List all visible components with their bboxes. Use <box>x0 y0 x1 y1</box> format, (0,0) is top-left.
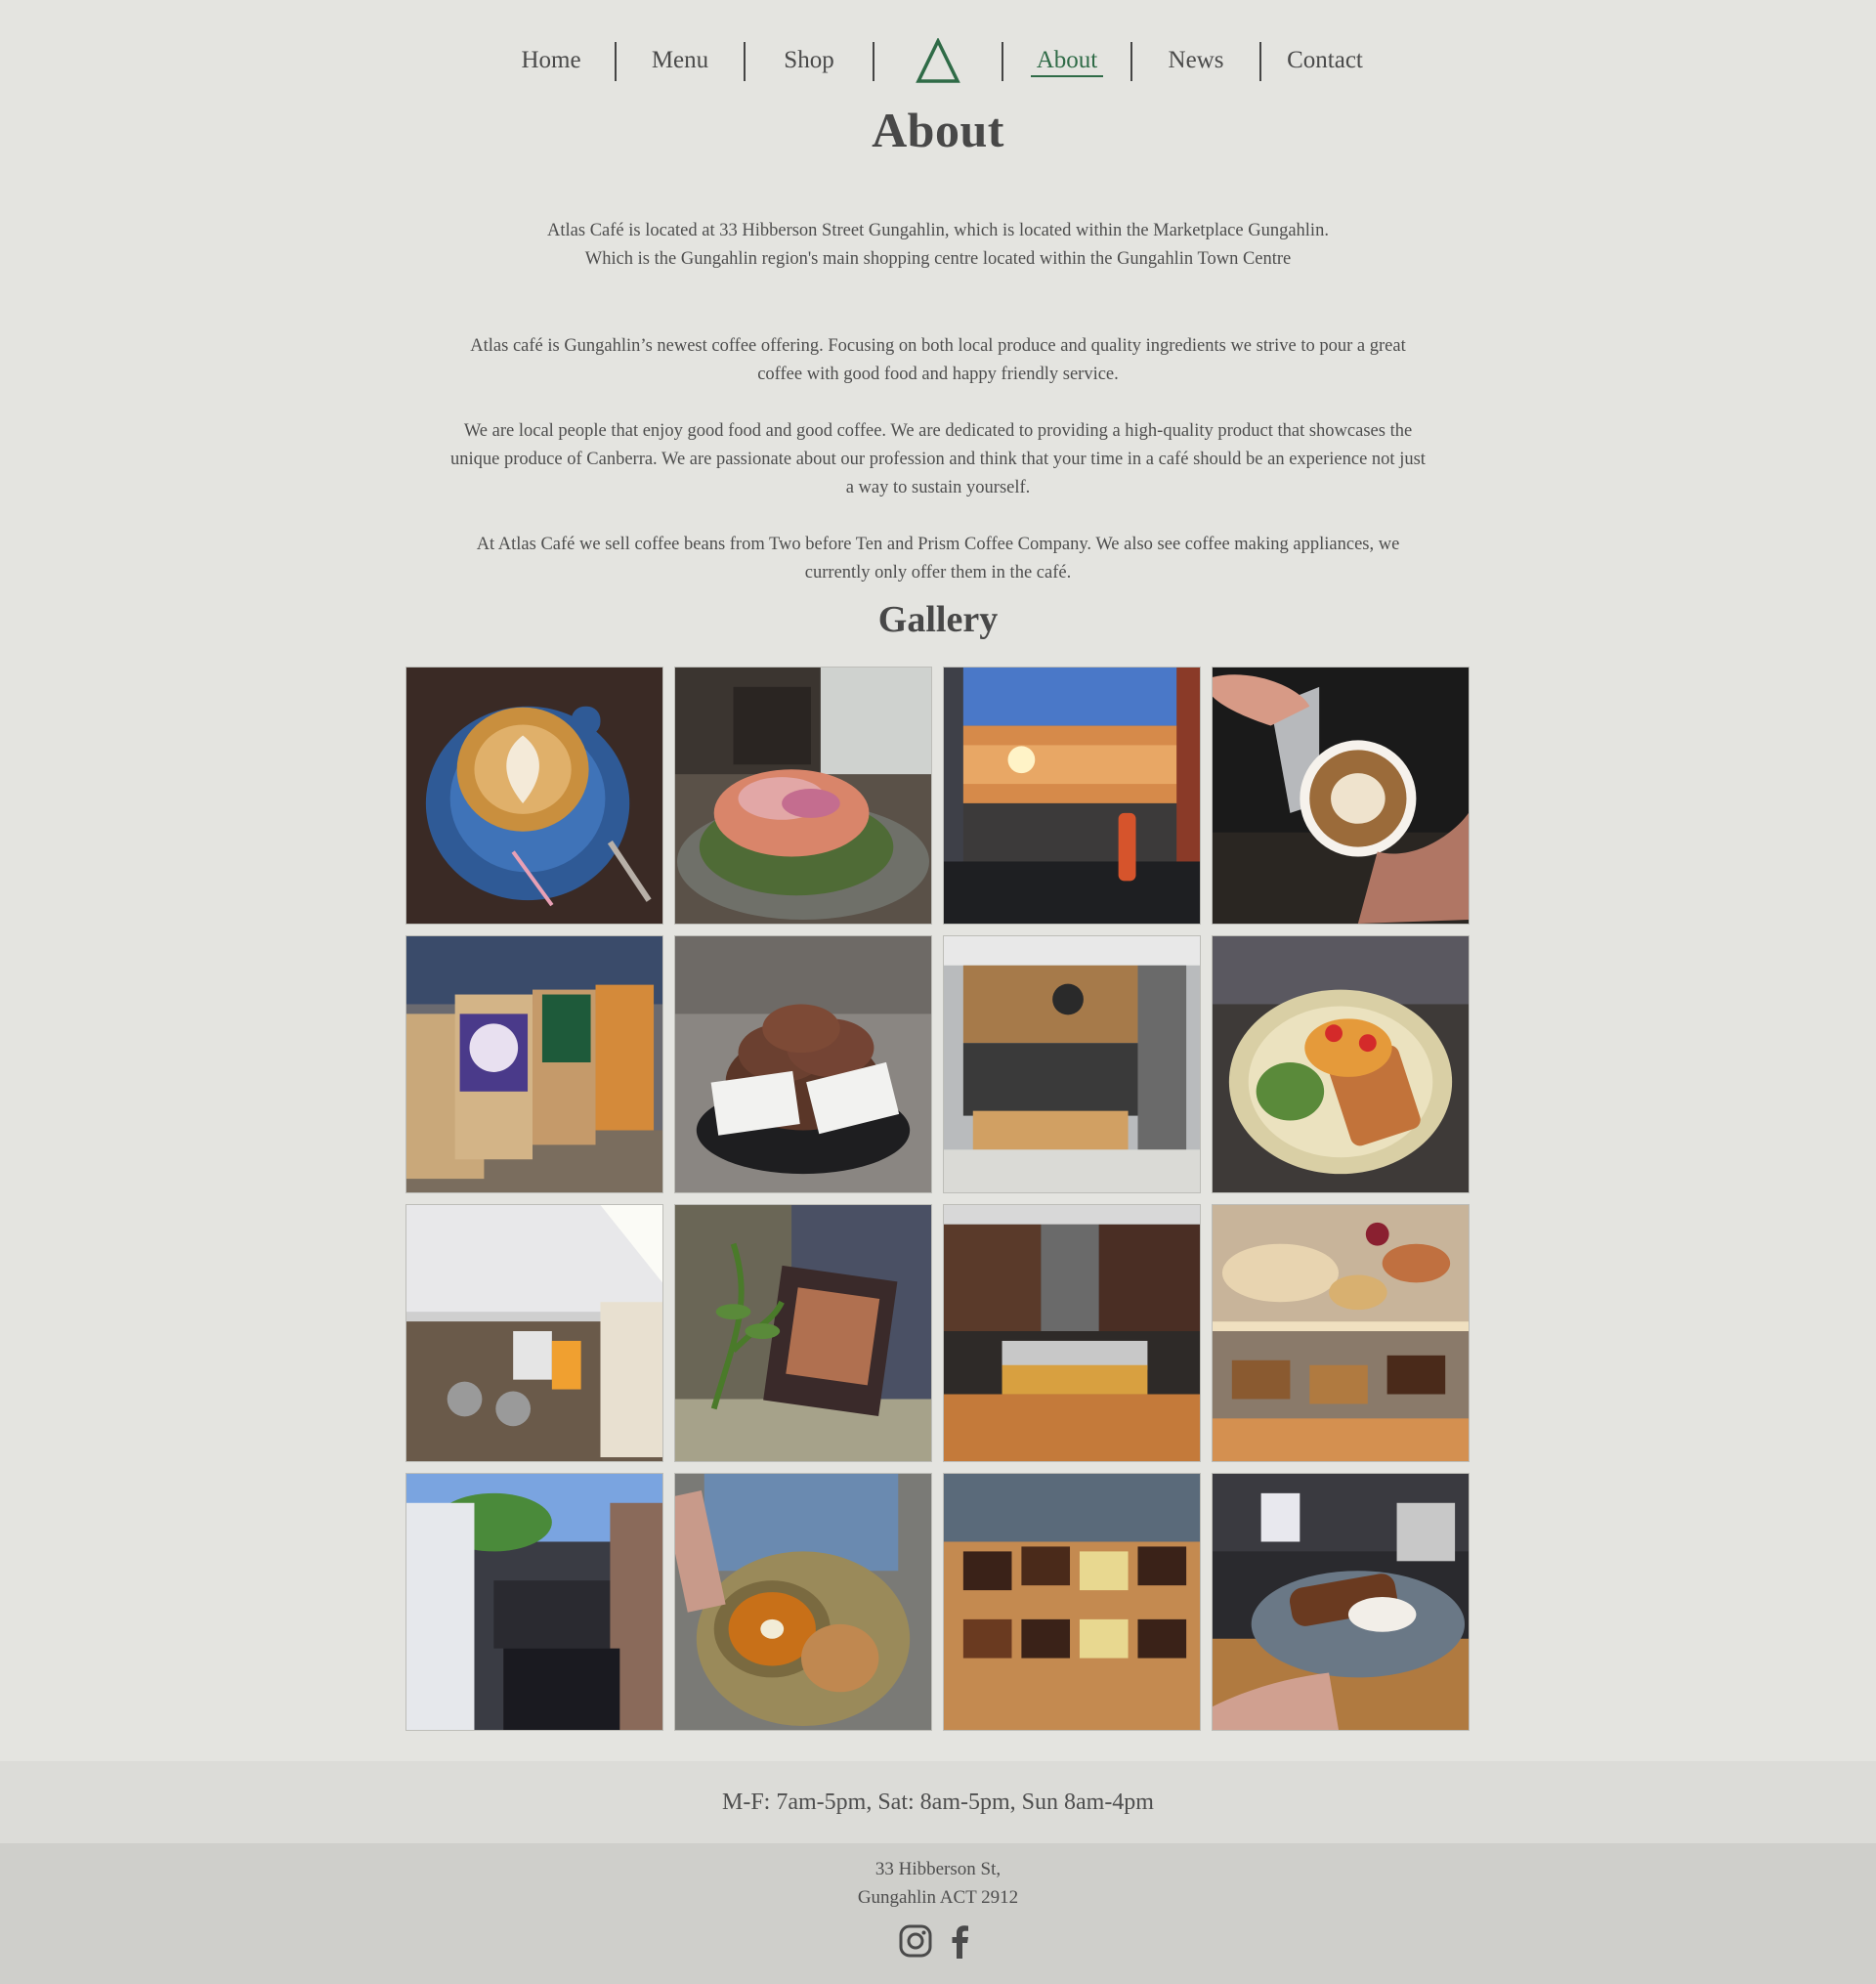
opening-hours-text: M-F: 7am-5pm, Sat: 8am-5pm, Sun 8am-4pm <box>722 1789 1154 1815</box>
instagram-icon[interactable] <box>898 1923 933 1959</box>
nav-shop[interactable]: Shop <box>746 37 873 86</box>
gallery-title: Gallery <box>877 599 999 640</box>
gallery-image-salmon-bagel[interactable] <box>674 667 932 925</box>
photo-gallery <box>405 667 1471 1731</box>
about-coffee-beans-text: At Atlas Café we sell coffee beans from … <box>476 535 1400 582</box>
footer: 33 Hibberson St, Gungahlin ACT 2912 <box>0 1843 1876 1984</box>
gallery-image-barista-at-machine[interactable] <box>405 1473 663 1731</box>
nav-news[interactable]: News <box>1132 37 1259 86</box>
facebook-icon[interactable] <box>943 1923 978 1959</box>
gallery-image-coffee-bag-plant[interactable] <box>674 1204 932 1462</box>
gallery-image-cafe-exterior-sunset[interactable] <box>943 667 1201 925</box>
about-values-text: We are local people that enjoy good food… <box>450 421 1426 497</box>
nav-about[interactable]: About <box>1003 37 1130 86</box>
gallery-image-brownie-slices[interactable] <box>943 1473 1201 1731</box>
gallery-image-milk-pour[interactable] <box>1212 667 1470 925</box>
atlas-logo-icon[interactable] <box>874 37 1002 86</box>
opening-hours-bar: M-F: 7am-5pm, Sat: 8am-5pm, Sun 8am-4pm <box>0 1761 1876 1843</box>
nav-home[interactable]: Home <box>488 37 615 86</box>
gallery-image-latte-art[interactable] <box>405 667 663 925</box>
footer-address: 33 Hibberson St, Gungahlin ACT 2912 <box>0 1843 1876 1912</box>
about-location-text: Atlas Café is located at 33 Hibberson St… <box>449 217 1427 274</box>
gallery-image-cookie-sandwiches[interactable] <box>674 935 932 1193</box>
page-title: About <box>872 103 1004 157</box>
gallery-image-barista-counter[interactable] <box>943 1204 1201 1462</box>
about-location-line-1: Atlas Café is located at 33 Hibberson St… <box>547 221 1329 240</box>
nav-contact[interactable]: Contact <box>1261 37 1388 86</box>
gallery-image-coffee-bean-bags[interactable] <box>405 935 663 1193</box>
gallery-image-atlas-storefront[interactable] <box>943 935 1201 1193</box>
social-links <box>0 1923 1876 1959</box>
about-intro-text: Atlas café is Gungahlin’s newest coffee … <box>470 336 1406 384</box>
address-line-1: 33 Hibberson St, <box>874 1859 1002 1879</box>
address-line-2: Gungahlin ACT 2912 <box>857 1887 1019 1908</box>
gallery-image-soup-bowl[interactable] <box>674 1473 932 1731</box>
gallery-image-cake-plate[interactable] <box>1212 1473 1470 1731</box>
nav-menu[interactable]: Menu <box>617 37 744 86</box>
about-location-line-2: Which is the Gungahlin region's main sho… <box>584 249 1292 269</box>
gallery-image-coffee-bar-counter[interactable] <box>405 1204 663 1462</box>
gallery-image-toast-salad-plate[interactable] <box>1212 935 1470 1193</box>
main-nav: Home Menu Shop About News Contact <box>0 37 1876 86</box>
gallery-image-pastry-cabinet[interactable] <box>1212 1204 1470 1462</box>
